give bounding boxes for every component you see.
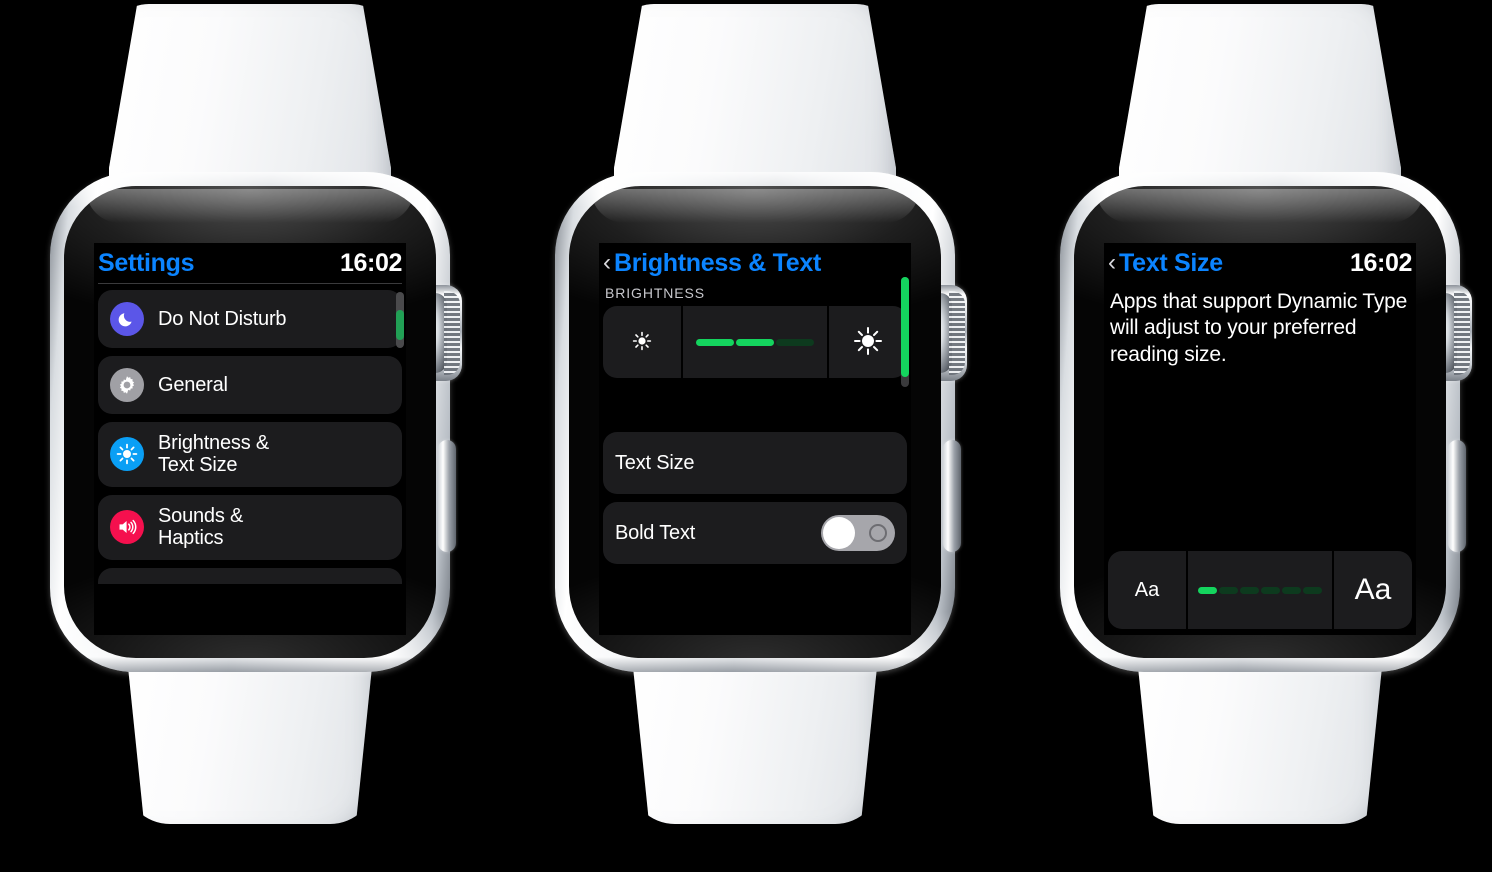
page-title: Brightness & Text — [614, 248, 821, 277]
segment-empty — [1303, 586, 1322, 594]
brightness-increase-button[interactable] — [829, 306, 907, 378]
brightness-slider-track[interactable] — [681, 306, 829, 378]
segment-empty — [1240, 586, 1259, 594]
toggle-knob — [823, 517, 855, 549]
segment-filled — [1198, 586, 1217, 594]
segment-filled — [696, 338, 734, 346]
gear-icon — [110, 368, 144, 402]
bold-text-toggle[interactable] — [821, 515, 895, 551]
list-item-text-size[interactable]: Text Size — [603, 432, 907, 494]
text-size-segments — [1198, 586, 1322, 594]
text-size-slider-track[interactable] — [1186, 551, 1334, 629]
segment-empty — [1282, 586, 1301, 594]
brightness-decrease-button[interactable] — [603, 306, 681, 378]
status-time: 16:02 — [1350, 248, 1412, 277]
row-label: Bold Text — [615, 521, 696, 544]
text-size-decrease-button[interactable]: Aa — [1108, 551, 1186, 629]
sidebar-item-sounds-haptics[interactable]: Sounds & Haptics — [98, 494, 402, 560]
moon-icon — [110, 302, 144, 336]
list-item-bold-text[interactable]: Bold Text — [603, 502, 907, 564]
segment-empty — [1219, 586, 1238, 594]
screenshot-stage: Settings 16:02 Do Not Disturb General Br… — [0, 0, 1492, 872]
side-button[interactable] — [1448, 440, 1466, 552]
screen-header: Settings 16:02 — [94, 243, 406, 283]
row-label: Brightness & Text Size — [158, 432, 269, 477]
scrollbar-thumb[interactable] — [396, 310, 404, 340]
segment-empty — [776, 338, 814, 346]
group-label-brightness: BRIGHTNESS — [605, 285, 706, 301]
sun-large-icon — [850, 323, 886, 362]
watch-text-size: ‹ Text Size 16:02 Apps that support Dyna… — [1010, 0, 1492, 872]
scrollbar-thumb[interactable] — [901, 277, 909, 377]
row-label: Text Size — [615, 451, 695, 474]
aa-small-label: Aa — [1134, 578, 1160, 601]
watch-brightness-and-text: ‹ Brightness & Text BRIGHTNESS Text Size… — [505, 0, 1005, 872]
row-label: General — [158, 373, 228, 396]
status-time: 16:02 — [340, 248, 402, 277]
back-chevron-icon[interactable]: ‹ — [1108, 251, 1116, 275]
speaker-icon — [110, 510, 144, 545]
row-label: Sounds & Haptics — [158, 504, 244, 550]
text-size-increase-button[interactable]: Aa — [1334, 551, 1412, 629]
side-button[interactable] — [943, 440, 961, 552]
brightness-slider-row[interactable] — [603, 306, 907, 378]
scrollbar-track[interactable] — [901, 277, 909, 387]
screen-settings: Settings 16:02 Do Not Disturb General Br… — [94, 243, 406, 635]
sidebar-item-general[interactable]: General — [98, 356, 402, 414]
segment-filled — [736, 338, 774, 346]
header-divider — [98, 283, 402, 284]
screen-brightness-and-text: ‹ Brightness & Text BRIGHTNESS Text Size… — [599, 243, 911, 635]
watch-settings: Settings 16:02 Do Not Disturb General Br… — [0, 0, 500, 872]
sun-small-icon — [628, 327, 656, 358]
list-item-partial[interactable] — [98, 567, 402, 584]
page-title: Text Size — [1119, 248, 1223, 277]
screen-text-size: ‹ Text Size 16:02 Apps that support Dyna… — [1104, 243, 1416, 635]
toggle-off-ring-icon — [869, 524, 887, 542]
segment-empty — [1261, 586, 1280, 594]
side-button[interactable] — [438, 440, 456, 552]
screen-header[interactable]: ‹ Text Size 16:02 — [1104, 243, 1416, 283]
page-title: Settings — [98, 248, 195, 277]
brightness-icon — [110, 437, 144, 472]
back-chevron-icon[interactable]: ‹ — [603, 251, 611, 275]
text-size-slider-row[interactable]: Aa Aa — [1108, 551, 1412, 629]
scrollbar-track[interactable] — [396, 292, 404, 348]
row-label: Do Not Disturb — [158, 307, 287, 330]
description-text: Apps that support Dynamic Type will adju… — [1110, 290, 1408, 366]
screen-header[interactable]: ‹ Brightness & Text — [599, 243, 911, 283]
sidebar-item-brightness-text-size[interactable]: Brightness & Text Size — [98, 422, 402, 487]
brightness-segments — [696, 338, 814, 346]
aa-large-label: Aa — [1354, 573, 1392, 606]
sidebar-item-do-not-disturb[interactable]: Do Not Disturb — [98, 290, 402, 348]
